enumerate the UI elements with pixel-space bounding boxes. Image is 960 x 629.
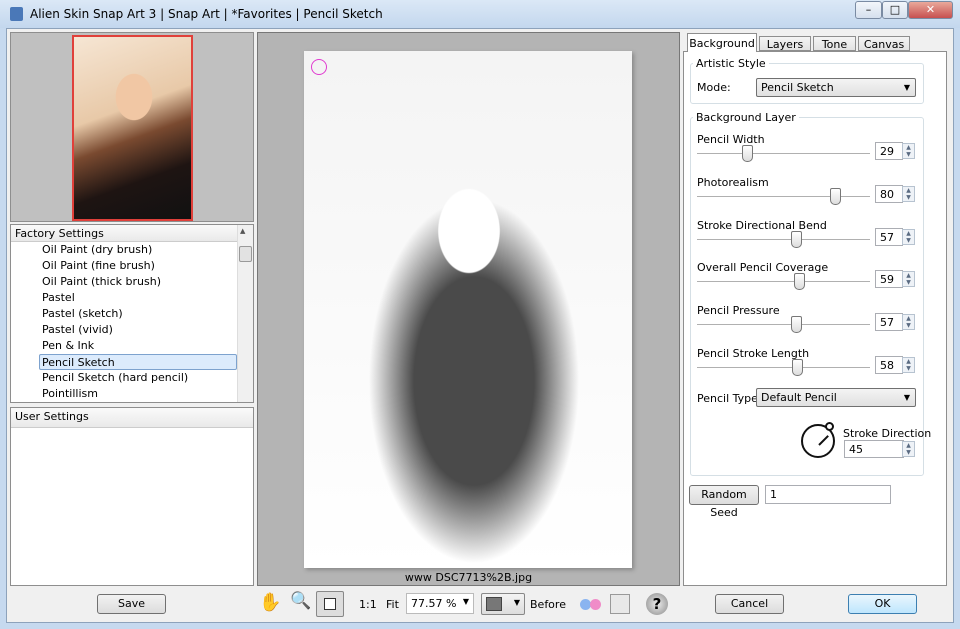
- preview-thumbnail[interactable]: [72, 35, 193, 221]
- before-label[interactable]: Before: [530, 598, 566, 611]
- tab-layers[interactable]: Layers: [759, 36, 811, 51]
- title-bar: Alien Skin Snap Art 3 | Snap Art | *Favo…: [0, 0, 960, 28]
- overall-pencil-coverage-label: Overall Pencil Coverage: [697, 261, 829, 275]
- preset-item[interactable]: Pointillism: [11, 386, 253, 402]
- user-settings-header: User Settings: [11, 408, 253, 428]
- overall-pencil-coverage-input[interactable]: 59: [875, 270, 903, 289]
- factory-settings-list: Factory Settings Oil Paint (dry brush) Oi…: [10, 224, 254, 403]
- overall-pencil-coverage-slider-thumb[interactable]: [794, 273, 806, 291]
- hand-icon[interactable]: ✋: [259, 592, 281, 613]
- scroll-thumb[interactable]: [239, 246, 252, 262]
- pencil-stroke-length-spinner[interactable]: ▲ ▼: [902, 357, 915, 373]
- maximize-button[interactable]: □: [882, 1, 908, 19]
- stroke-direction-dial[interactable]: [801, 422, 835, 458]
- before-swatch-dropdown[interactable]: ▼: [481, 593, 525, 615]
- cancel-button[interactable]: Cancel: [715, 594, 784, 614]
- overall-pencil-coverage-slider[interactable]: [697, 281, 870, 284]
- help-button[interactable]: ?: [646, 593, 668, 615]
- stroke-directional-bend-label: Stroke Directional Bend: [697, 218, 827, 232]
- preview-pane: [10, 32, 254, 222]
- pencil-pressure-label: Pencil Pressure: [697, 304, 780, 318]
- app-icon: [10, 7, 23, 21]
- photorealism-input[interactable]: 80: [875, 184, 903, 203]
- pencil-width-slider[interactable]: [697, 153, 870, 155]
- split-view-icon[interactable]: [610, 594, 630, 614]
- tab-background[interactable]: Background: [687, 33, 757, 52]
- random-seed-button[interactable]: Random Seed: [689, 485, 759, 519]
- crop-view-button[interactable]: [316, 591, 344, 617]
- preset-item[interactable]: Pencil Sketch: [39, 354, 237, 370]
- preset-item[interactable]: Pastel: [11, 290, 253, 306]
- factory-settings-header: Factory Settings: [11, 225, 253, 242]
- window-title: Alien Skin Snap Art 3 | Snap Art | *Favo…: [30, 7, 383, 21]
- scrollbar[interactable]: ▲: [237, 225, 253, 402]
- photorealism-slider[interactable]: [697, 195, 870, 198]
- photorealism-slider-thumb[interactable]: [830, 187, 842, 205]
- chevron-down-icon: ▼: [903, 83, 910, 92]
- chevron-down-icon: ▼: [903, 393, 910, 402]
- pencil-width-input[interactable]: 29: [875, 142, 903, 160]
- pencil-stroke-length-input[interactable]: 58: [875, 356, 903, 374]
- preset-item[interactable]: Oil Paint (thick brush): [11, 274, 253, 290]
- overall-pencil-coverage-spinner[interactable]: ▲ ▼: [902, 271, 915, 288]
- ok-button[interactable]: OK: [848, 594, 917, 614]
- tab-tone[interactable]: Tone: [813, 36, 856, 51]
- pencil-width-label: Pencil Width: [697, 133, 765, 146]
- mode-label: Mode:: [697, 81, 731, 94]
- pencil-type-dropdown[interactable]: Default Pencil ▼: [756, 388, 916, 407]
- pencil-pressure-slider-thumb[interactable]: [790, 316, 802, 334]
- save-button[interactable]: Save: [97, 594, 166, 614]
- sketch-image[interactable]: [304, 51, 632, 568]
- pencil-width-spinner[interactable]: ▲ ▼: [902, 143, 915, 159]
- pencil-pressure-slider[interactable]: [697, 324, 870, 327]
- pencil-stroke-length-slider[interactable]: [697, 367, 870, 369]
- background-layer-label: Background Layer: [693, 111, 799, 124]
- brush-cursor: [311, 59, 327, 75]
- pencil-pressure-spinner[interactable]: ▲ ▼: [902, 314, 915, 331]
- filename-label: www DSC7713%2B.jpg: [404, 571, 533, 584]
- stroke-direction-input[interactable]: 45: [844, 440, 904, 458]
- canvas-area[interactable]: www DSC7713%2B.jpg: [257, 32, 680, 586]
- pencil-width-slider-thumb[interactable]: [742, 145, 754, 162]
- zoom-value: 77.57 %: [411, 597, 457, 610]
- stroke-direction-spinner[interactable]: ▲ ▼: [902, 441, 915, 457]
- preset-item[interactable]: Pencil Sketch (hard pencil): [11, 370, 253, 386]
- fit-button[interactable]: Fit: [386, 598, 399, 611]
- chevron-down-icon: ▼: [462, 597, 469, 606]
- background-layer-group: [690, 117, 924, 476]
- mode-dropdown[interactable]: Pencil Sketch ▼: [756, 78, 916, 97]
- photorealism-label: Photorealism: [697, 175, 769, 189]
- stroke-direction-label: Stroke Direction: [843, 427, 932, 440]
- pencil-type-label: Pencil Type: [697, 392, 758, 405]
- zoom-icon[interactable]: 🔍: [290, 591, 311, 611]
- user-settings-list: User Settings: [10, 407, 254, 586]
- tab-canvas[interactable]: Canvas: [858, 36, 910, 51]
- stroke-directional-bend-slider[interactable]: [697, 238, 870, 241]
- stroke-directional-bend-spinner[interactable]: ▲ ▼: [902, 228, 915, 245]
- minimize-button[interactable]: –: [855, 1, 882, 19]
- artistic-style-label: Artistic Style: [693, 57, 769, 70]
- one-to-one-button[interactable]: 1:1: [359, 598, 377, 611]
- preset-item[interactable]: Pen & Ink: [11, 338, 253, 354]
- close-button[interactable]: ✕: [908, 1, 953, 19]
- color-dots-icon[interactable]: [580, 599, 604, 610]
- pencil-stroke-length-label: Pencil Stroke Length: [697, 347, 810, 360]
- zoom-dropdown[interactable]: 77.57 % ▼: [406, 593, 474, 614]
- preset-item[interactable]: Oil Paint (dry brush): [11, 242, 253, 258]
- random-seed-input[interactable]: 1: [765, 485, 891, 504]
- pencil-pressure-input[interactable]: 57: [875, 313, 903, 332]
- preset-item[interactable]: Oil Paint (fine brush): [11, 258, 253, 274]
- stroke-directional-bend-slider-thumb[interactable]: [790, 230, 802, 248]
- preset-item[interactable]: Pastel (sketch): [11, 306, 253, 322]
- preset-item[interactable]: Pastel (vivid): [11, 322, 253, 338]
- photorealism-spinner[interactable]: ▲ ▼: [902, 185, 915, 202]
- stroke-directional-bend-input[interactable]: 57: [875, 227, 903, 246]
- pencil-stroke-length-slider-thumb[interactable]: [792, 359, 804, 376]
